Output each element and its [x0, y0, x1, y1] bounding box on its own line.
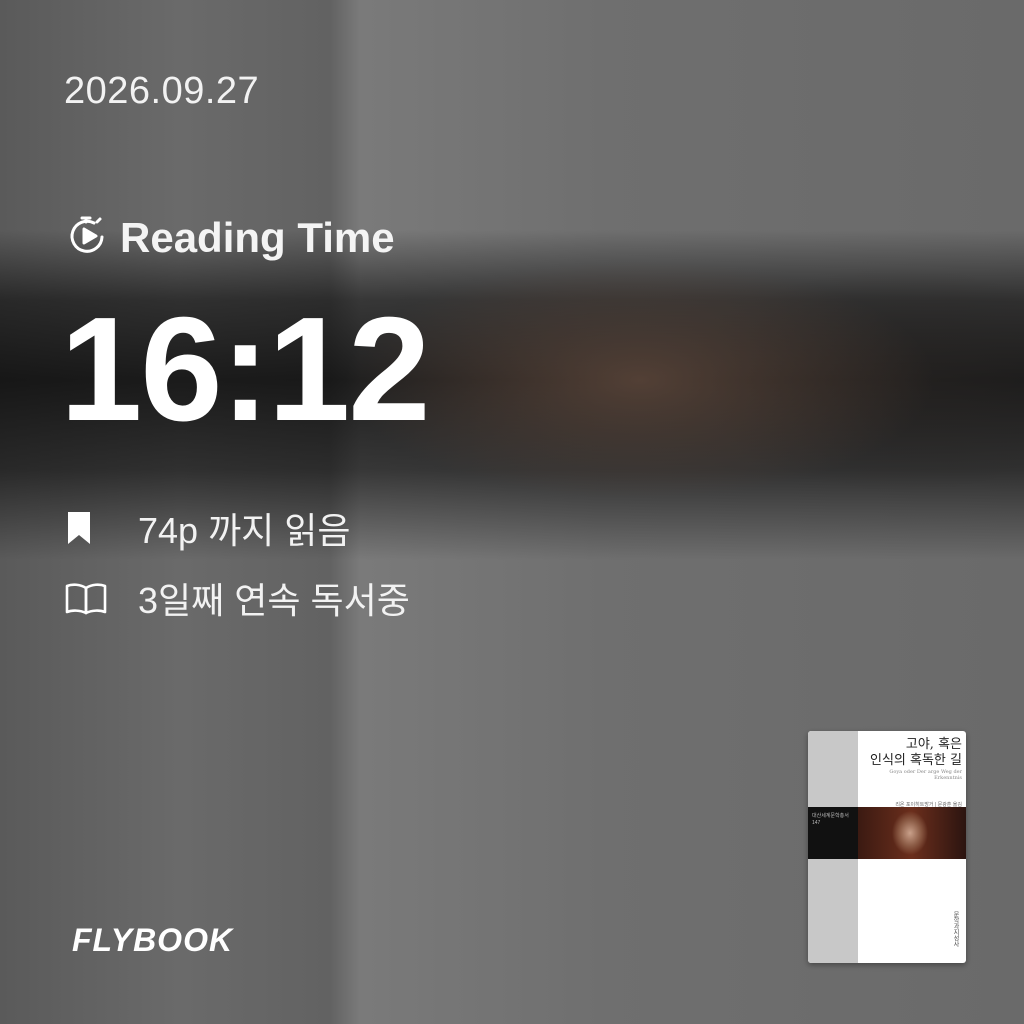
date-label: 2026.09.27 — [64, 70, 260, 112]
open-book-icon — [64, 576, 110, 620]
cover-portrait — [858, 807, 966, 859]
book-publisher: 문학과지성사 — [952, 911, 958, 947]
reading-time-header: Reading Time — [64, 212, 395, 264]
series-label: 대산세계문학총서 147 — [812, 813, 849, 826]
pages-read-text: 74p 까지 읽음 — [138, 510, 351, 551]
reading-time-value: 16:12 — [60, 287, 431, 452]
stopwatch-play-icon — [64, 213, 110, 264]
reading-streak-row: 3일째 연속 독서중 — [64, 576, 410, 621]
book-title: 고야, 혹은 인식의 혹독한 길 — [870, 737, 962, 768]
reading-time-label: Reading Time — [120, 214, 395, 261]
reading-streak-text: 3일째 연속 독서중 — [138, 580, 410, 621]
book-subtitle: Goya oder Der arge Weg der Erkenntnis — [889, 769, 962, 781]
bookmark-icon — [64, 506, 110, 550]
pages-read-row: 74p 까지 읽음 — [64, 506, 351, 551]
flybook-logo: FLYBOOK — [72, 922, 234, 958]
book-author: 리온 포이히트방거 | 문광훈 옮김 — [895, 802, 962, 808]
book-cover[interactable]: 고야, 혹은 인식의 혹독한 길 Goya oder Der arge Weg … — [808, 731, 966, 963]
